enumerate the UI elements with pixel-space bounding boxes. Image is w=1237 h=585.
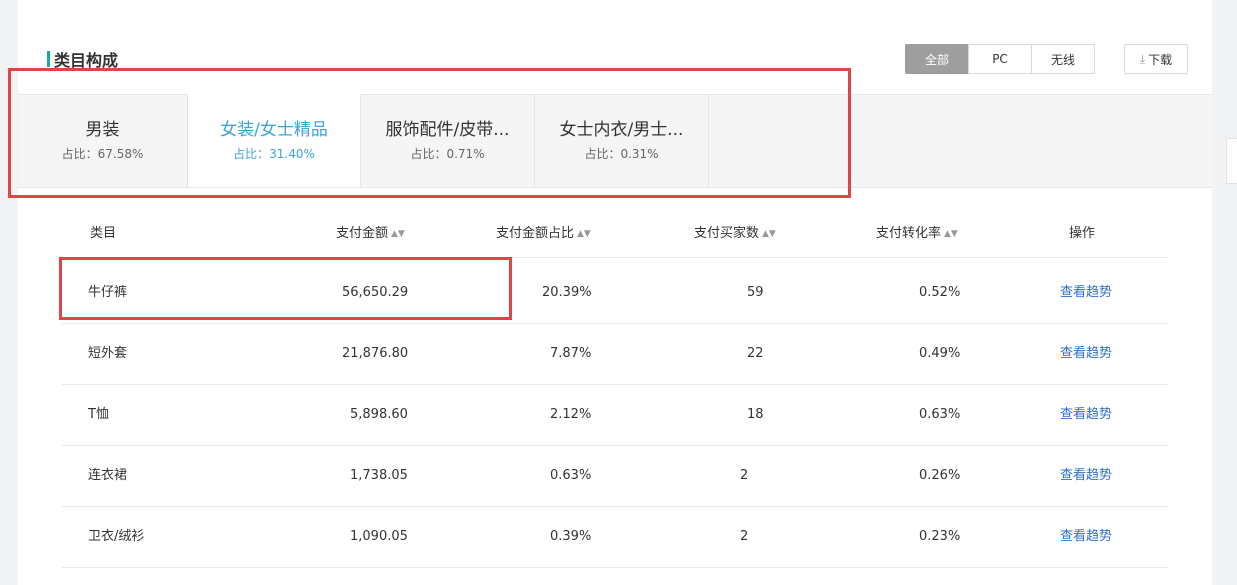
view-trend-link[interactable]: 查看趋势: [1060, 324, 1112, 384]
cell-conversion: 0.23%: [919, 529, 961, 544]
view-trend-link[interactable]: 查看趋势: [1060, 385, 1112, 445]
header-conversion: 支付转化率: [876, 226, 942, 241]
title-accent-bar: [47, 51, 50, 67]
tab-name: 男装: [85, 120, 120, 140]
table-row: T恤 5,898.60 2.12% 18 0.63% 查看趋势: [62, 385, 1168, 446]
header-buyers-sort[interactable]: 支付买家数 ▲▼: [694, 222, 776, 241]
sort-icon: ▲▼: [391, 229, 405, 239]
table-header: 类目 支付金额 ▲▼ 支付金额占比 ▲▼ 支付买家数 ▲▼ 支付转化率 ▲▼ 操作: [62, 205, 1168, 258]
cell-buyers: 2: [740, 529, 749, 544]
cell-buyers: 18: [747, 407, 764, 422]
download-icon: ⤓: [1139, 51, 1146, 66]
sort-icon: ▲▼: [762, 229, 776, 239]
tab-share: 占比：31.40%: [233, 146, 315, 161]
cell-pay-amount: 56,650.29: [342, 285, 409, 300]
cell-pay-amount: 1,090.05: [350, 529, 408, 544]
view-trend-link[interactable]: 查看趋势: [1060, 507, 1112, 567]
header-pay-amount-sort[interactable]: 支付金额 ▲▼: [336, 222, 405, 241]
header-conversion-sort[interactable]: 支付转化率 ▲▼: [876, 222, 958, 241]
view-trend-link[interactable]: 查看趋势: [1060, 446, 1112, 506]
sort-icon: ▲▼: [577, 229, 591, 239]
section-header: 类目构成: [47, 48, 118, 70]
cell-buyers: 59: [747, 285, 764, 300]
cell-pay-ratio: 7.87%: [550, 346, 592, 361]
filter-wireless-button[interactable]: 无线: [1031, 44, 1095, 74]
cell-category: 牛仔裤: [88, 285, 128, 300]
cell-buyers: 2: [740, 468, 749, 483]
tab-name: 服饰配件/皮带...: [385, 120, 510, 140]
cell-conversion: 0.26%: [919, 468, 961, 483]
right-gutter: [1212, 0, 1237, 585]
tab-accessories[interactable]: 服饰配件/皮带... 占比：0.71%: [361, 94, 535, 187]
table-row: 牛仔裤 56,650.29 20.39% 59 0.52% 查看趋势: [62, 263, 1168, 324]
cell-pay-ratio: 2.12%: [550, 407, 592, 422]
tab-share: 占比：0.71%: [410, 147, 485, 161]
cell-pay-amount: 1,738.05: [350, 468, 408, 483]
download-button[interactable]: ⤓ 下载: [1124, 44, 1188, 74]
cell-pay-ratio: 0.63%: [550, 468, 592, 483]
tab-share: 占比：67.58%: [61, 147, 144, 161]
view-trend-link[interactable]: 查看趋势: [1060, 263, 1112, 323]
cell-category: 卫衣/绒衫: [88, 529, 145, 544]
section-title: 类目构成: [54, 51, 119, 70]
header-action: 操作: [1069, 226, 1096, 241]
header-pay-amount: 支付金额: [336, 226, 389, 241]
table-row: 卫衣/绒衫 1,090.05 0.39% 2 0.23% 查看趋势: [62, 507, 1168, 568]
cell-conversion: 0.49%: [919, 346, 961, 361]
cell-category: 短外套: [88, 346, 128, 361]
sort-icon: ▲▼: [944, 229, 958, 239]
tab-name: 女装/女士精品: [220, 119, 328, 140]
cell-pay-ratio: 20.39%: [542, 285, 592, 300]
side-scroll-handle[interactable]: [1226, 138, 1237, 184]
cell-category: T恤: [88, 407, 109, 422]
cell-buyers: 22: [747, 346, 764, 361]
cell-conversion: 0.52%: [919, 285, 961, 300]
cell-conversion: 0.63%: [919, 407, 961, 422]
cell-pay-amount: 5,898.60: [350, 407, 408, 422]
header-buyers: 支付买家数: [694, 226, 760, 241]
table-row: 连衣裙 1,738.05 0.63% 2 0.26% 查看趋势: [62, 446, 1168, 507]
header-category: 类目: [90, 226, 117, 241]
cell-pay-amount: 21,876.80: [342, 346, 409, 361]
filter-all-button[interactable]: 全部: [905, 44, 969, 74]
table-row: 短外套 21,876.80 7.87% 22 0.49% 查看趋势: [62, 324, 1168, 385]
tab-underwear[interactable]: 女士内衣/男士... 占比：0.31%: [535, 94, 709, 187]
header-pay-ratio-sort[interactable]: 支付金额占比 ▲▼: [496, 222, 591, 241]
tab-share: 占比：0.31%: [584, 147, 659, 161]
download-label: 下载: [1148, 52, 1173, 67]
header-pay-ratio: 支付金额占比: [496, 226, 575, 241]
tab-name: 女士内衣/男士...: [559, 120, 684, 140]
tab-womenswear[interactable]: 女装/女士精品 占比：31.40%: [188, 94, 361, 187]
cell-category: 连衣裙: [88, 468, 128, 483]
filter-pc-button[interactable]: PC: [968, 44, 1032, 74]
device-filter-group: 全部 PC 无线: [905, 44, 1095, 74]
tab-menswear[interactable]: 男装 占比：67.58%: [18, 94, 188, 187]
cell-pay-ratio: 0.39%: [550, 529, 592, 544]
